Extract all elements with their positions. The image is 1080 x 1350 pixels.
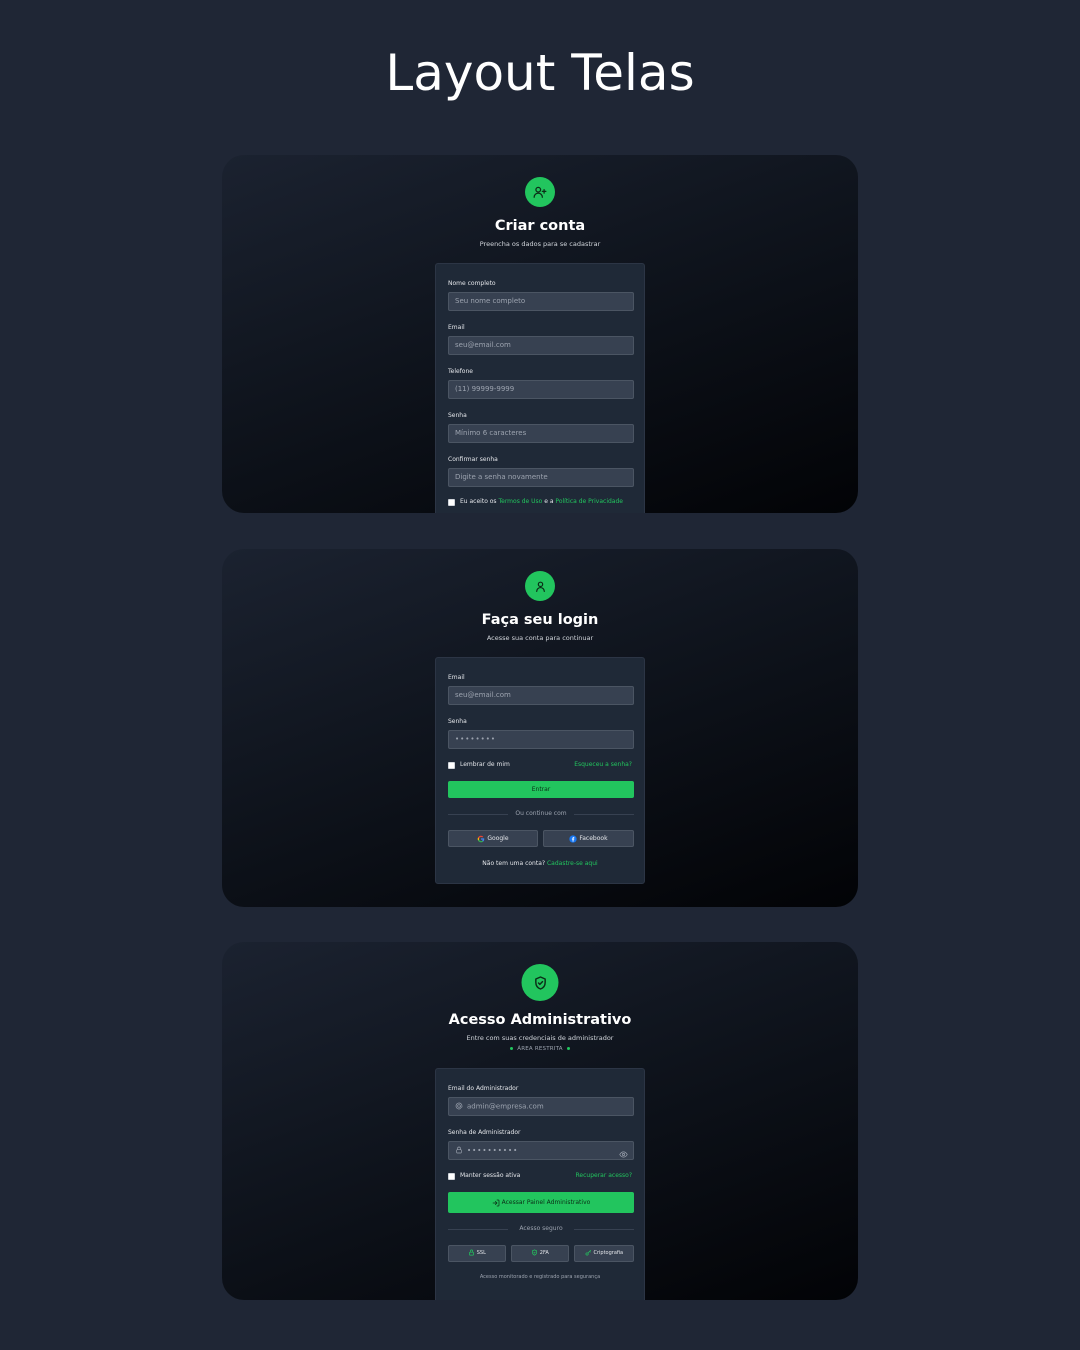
login-form-card: Email seu@email.com Senha •••••••• Lembr…	[435, 657, 645, 884]
ssl-lock-icon	[468, 1249, 477, 1256]
google-button[interactable]: Google	[448, 830, 538, 847]
terms-text: Eu aceito os Termos de Uso e a Política …	[460, 498, 630, 506]
no-account-text: Não tem uma conta?	[482, 860, 546, 867]
encryption-badge: Criptografia	[574, 1245, 634, 1262]
remember-label: Lembrar de mim	[460, 761, 510, 768]
page-title: Layout Telas	[385, 44, 695, 102]
admin-form-card: Email do Administrador admin@empresa.com…	[435, 1068, 645, 1300]
2fa-shield-icon	[531, 1249, 540, 1256]
password-input[interactable]: Mínimo 6 caracteres	[448, 424, 634, 443]
login-title: Faça seu login	[481, 612, 599, 628]
facebook-icon	[569, 834, 579, 843]
ssl-label: SSL	[476, 1250, 486, 1256]
lock-icon	[455, 1142, 464, 1159]
field-label-name: Nome completo	[448, 280, 496, 287]
login-divider: Ou continue com	[448, 810, 634, 818]
signup-title: Criar conta	[494, 218, 586, 234]
admin-title: Acesso Administrativo	[448, 1012, 632, 1028]
admin-email-label: Email do Administrador	[448, 1085, 519, 1092]
at-sign-icon	[455, 1098, 464, 1115]
terms-prefix: Eu aceito os	[460, 498, 499, 505]
field-label-phone: Telefone	[448, 368, 473, 375]
admin-submit-button[interactable]: Acessar Painel Administrativo	[448, 1192, 634, 1213]
admin-email-input[interactable]: admin@empresa.com	[448, 1097, 634, 1116]
privacy-link[interactable]: Política de Privacidade	[555, 498, 623, 505]
signup-form-card: Nome completo Seu nome completo Email se…	[435, 263, 645, 513]
field-label-email: Email	[448, 324, 465, 331]
phone-input[interactable]: (11) 99999-9999	[448, 380, 634, 399]
keep-session-checkbox[interactable]	[448, 1173, 455, 1180]
confirm-password-input[interactable]: Digite a senha novamente	[448, 468, 634, 487]
terms-link[interactable]: Termos de Uso	[498, 498, 542, 505]
shield-check-icon	[521, 964, 559, 1001]
login-email-label: Email	[448, 674, 465, 681]
login-submit-button[interactable]: Entrar	[448, 781, 634, 798]
admin-email-placeholder: admin@empresa.com	[467, 1102, 544, 1111]
name-input[interactable]: Seu nome completo	[448, 292, 634, 311]
admin-subtitle: Entre com suas credenciais de administra…	[466, 1034, 614, 1042]
facebook-label: Facebook	[579, 835, 608, 842]
terms-checkbox[interactable]	[448, 499, 455, 506]
user-plus-icon	[525, 177, 555, 207]
admin-password-label: Senha de Administrador	[448, 1129, 521, 1136]
login-password-input[interactable]: ••••••••	[448, 730, 634, 749]
keep-session-label: Manter sessão ativa	[460, 1172, 521, 1179]
terms-middle: e a	[542, 498, 556, 505]
encryption-label: Criptografia	[593, 1250, 624, 1256]
recover-access-link[interactable]: Recuperar acesso?	[576, 1172, 632, 1179]
eye-icon[interactable]	[619, 1146, 628, 1163]
signup-prompt: Não tem uma conta? Cadastre-se aqui	[436, 860, 644, 867]
user-icon	[525, 571, 555, 601]
status-dot-left	[510, 1047, 514, 1050]
signup-link[interactable]: Cadastre-se aqui	[547, 860, 598, 867]
admin-password-value: ••••••••••	[467, 1146, 519, 1155]
login-subtitle: Acesse sua conta para continuar	[486, 634, 594, 642]
status-dot-right	[566, 1047, 570, 1050]
field-label-confirm-password: Confirmar senha	[448, 456, 498, 463]
admin-password-input[interactable]: ••••••••••	[448, 1141, 634, 1160]
facebook-button[interactable]: Facebook	[543, 830, 634, 847]
admin-divider: Acesso seguro	[448, 1225, 634, 1233]
login-screen: Faça seu login Acesse sua conta para con…	[222, 549, 858, 907]
signup-screen: Criar conta Preencha os dados para se ca…	[222, 155, 858, 513]
signup-subtitle: Preencha os dados para se cadastrar	[479, 240, 601, 248]
field-label-password: Senha	[448, 412, 467, 419]
login-password-label: Senha	[448, 718, 467, 725]
admin-footer-note: Acesso monitorado e registrado para segu…	[479, 1274, 601, 1280]
email-input[interactable]: seu@email.com	[448, 336, 634, 355]
admin-screen: Acesso Administrativo Entre com suas cre…	[222, 942, 858, 1300]
login-email-input[interactable]: seu@email.com	[448, 686, 634, 705]
forgot-password-link[interactable]: Esqueceu a senha?	[574, 761, 632, 768]
google-label: Google	[487, 835, 509, 842]
restricted-text: ÁREA RESTRITA	[517, 1046, 563, 1052]
restricted-area-label: ÁREA RESTRITA	[222, 1046, 858, 1052]
2fa-label: 2FA	[539, 1250, 549, 1256]
admin-submit-label: Acessar Painel Administrativo	[501, 1199, 591, 1206]
google-icon	[477, 835, 487, 842]
remember-checkbox[interactable]	[448, 762, 455, 769]
login-arrow-icon	[492, 1199, 502, 1206]
ssl-badge: SSL	[448, 1245, 506, 1262]
2fa-badge: 2FA	[511, 1245, 569, 1262]
